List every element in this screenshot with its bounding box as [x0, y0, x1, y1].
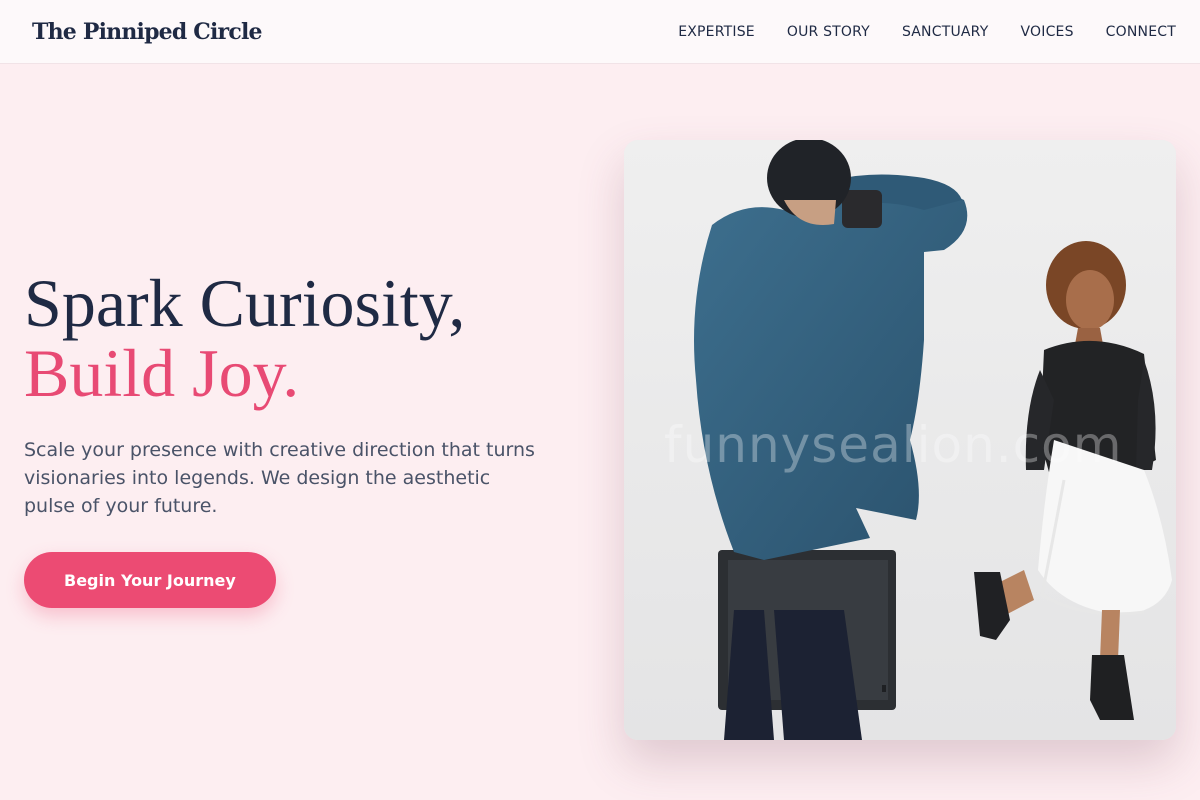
hero-headline: Spark Curiosity, Build Joy.	[24, 268, 584, 408]
nav-link-sanctuary[interactable]: SANCTUARY	[902, 24, 989, 40]
headline-line-1: Spark Curiosity,	[24, 265, 466, 341]
nav-link-our-story[interactable]: OUR STORY	[787, 24, 870, 40]
main-nav: EXPERTISE OUR STORY SANCTUARY VOICES CON…	[646, 24, 1176, 40]
top-navigation-bar: The Pinniped Circle EXPERTISE OUR STORY …	[0, 0, 1200, 64]
watermark-text: funnysealion.com	[664, 416, 1123, 474]
nav-link-voices[interactable]: VOICES	[1020, 24, 1073, 40]
hero-subtext: Scale your presence with creative direct…	[24, 439, 535, 517]
nav-link-expertise[interactable]: EXPERTISE	[678, 24, 755, 40]
begin-journey-button[interactable]: Begin Your Journey	[24, 552, 276, 608]
hero-section: Spark Curiosity, Build Joy. Scale your p…	[24, 268, 584, 608]
site-logo[interactable]: The Pinniped Circle	[32, 19, 263, 45]
hero-photo: funnysealion.com	[624, 140, 1176, 740]
headline-line-2: Build Joy.	[24, 335, 300, 411]
nav-link-connect[interactable]: CONNECT	[1106, 24, 1176, 40]
